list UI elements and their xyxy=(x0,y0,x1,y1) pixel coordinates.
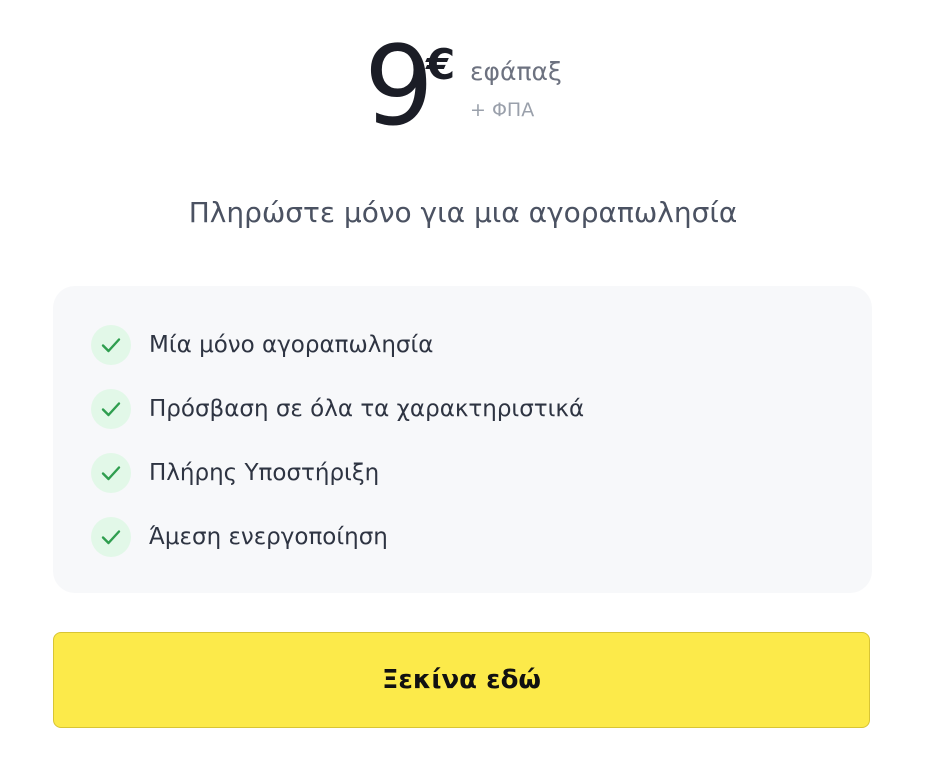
check-icon xyxy=(91,325,131,365)
price-tax-note: + ΦΠΑ xyxy=(470,99,535,121)
feature-label: Πλήρης Υποστήριξη xyxy=(149,460,380,486)
check-icon xyxy=(91,517,131,557)
price-block: 9 € εφάπαξ + ΦΠΑ xyxy=(0,0,926,150)
price-currency: € xyxy=(426,40,456,89)
feature-item: Πρόσβαση σε όλα τα χαρακτηριστικά xyxy=(91,389,831,429)
price-amount: 9 xyxy=(364,22,434,150)
plan-subtitle: Πληρώστε μόνο για μια αγοραπωλησία xyxy=(188,196,738,229)
feature-item: Πλήρης Υποστήριξη xyxy=(91,453,831,493)
feature-item: Μία μόνο αγοραπωλησία xyxy=(91,325,831,365)
feature-label: Πρόσβαση σε όλα τα χαρακτηριστικά xyxy=(149,396,585,422)
price-period: εφάπαξ xyxy=(470,57,562,86)
feature-item: Άμεση ενεργοποίηση xyxy=(91,517,831,557)
feature-label: Μία μόνο αγοραπωλησία xyxy=(149,332,434,358)
start-here-button[interactable]: Ξεκίνα εδώ xyxy=(53,632,870,728)
check-icon xyxy=(91,453,131,493)
features-panel: Μία μόνο αγοραπωλησία Πρόσβαση σε όλα τα… xyxy=(53,286,872,593)
check-icon xyxy=(91,389,131,429)
feature-label: Άμεση ενεργοποίηση xyxy=(149,524,388,550)
start-here-button-label: Ξεκίνα εδώ xyxy=(381,665,542,695)
